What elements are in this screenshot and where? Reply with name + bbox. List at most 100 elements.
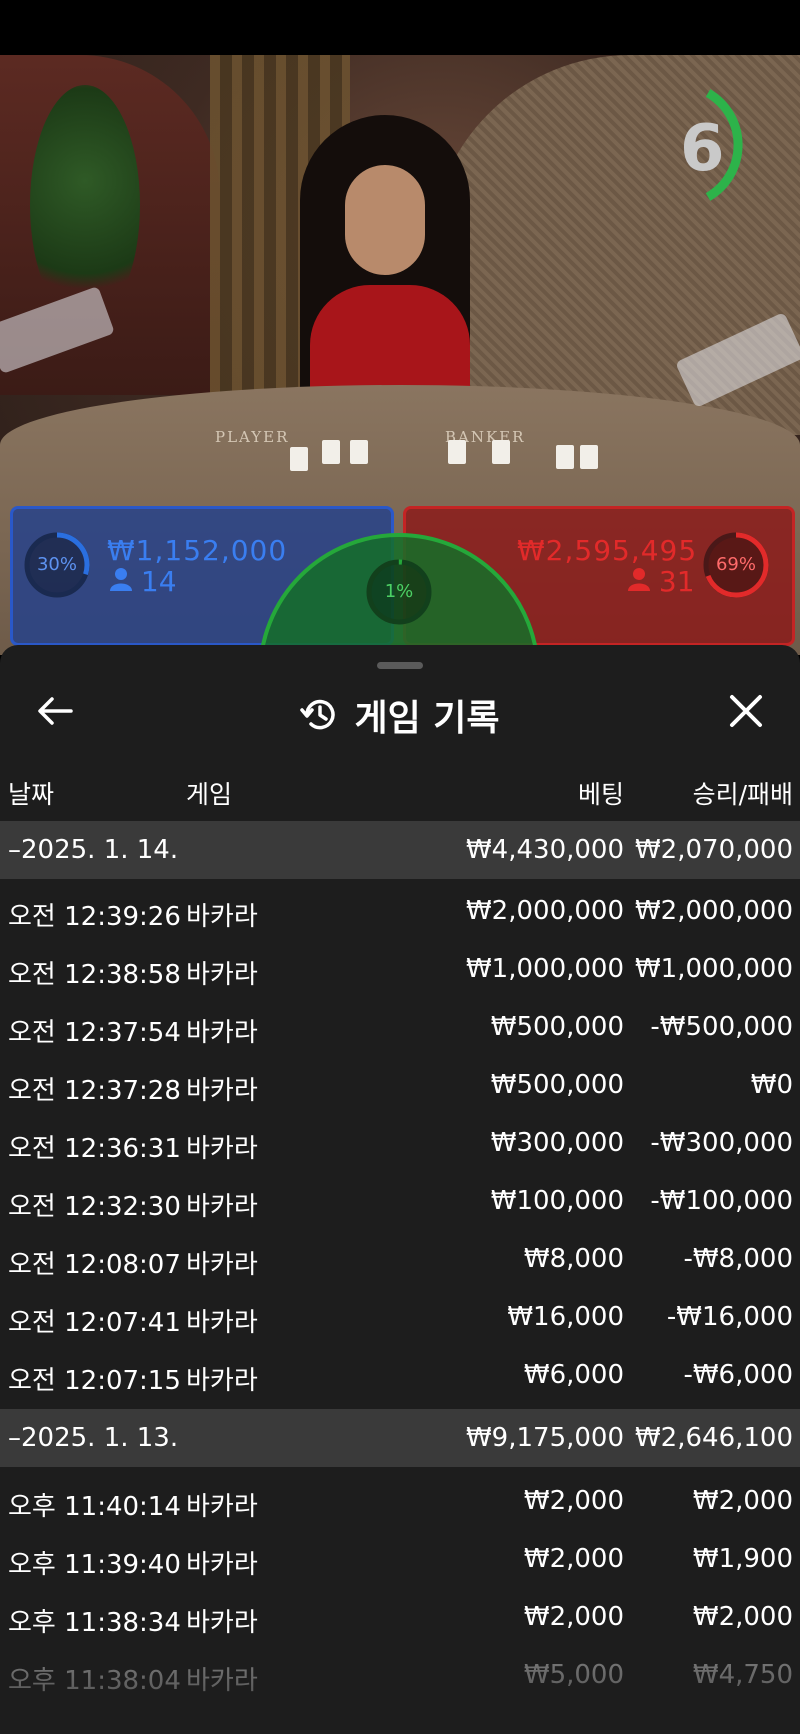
history-row[interactable]: 오전 12:37:28 바카라 ₩500,000 ₩0 [0,1056,800,1114]
person-icon [110,568,132,591]
history-row[interactable]: 오후 11:39:40 바카라 ₩2,000 ₩1,900 [0,1530,800,1588]
row-game: 바카라 [186,1076,258,1106]
row-game: 바카라 [186,1492,258,1522]
row-time: 오전 12:37:54 [8,1018,181,1048]
row-game: 바카라 [186,1366,258,1396]
history-row[interactable]: 오전 12:08:07 바카라 ₩8,000 -₩8,000 [0,1230,800,1288]
history-row[interactable]: 오전 12:38:58 바카라 ₩1,000,000 ₩1,000,000 [0,940,800,998]
banker-bet-amount: ₩2,595,495 [517,534,698,567]
row-bet: ₩500,000 [490,1070,624,1100]
banker-percent: 69% [715,554,756,575]
history-row[interactable]: 오전 12:32:30 바카라 ₩100,000 -₩100,000 [0,1172,800,1230]
row-result: -₩100,000 [650,1186,793,1216]
date-group-header[interactable]: –2025. 1. 14. ₩4,430,000 ₩2,070,000 [0,821,800,879]
row-result: ₩4,750 [692,1660,793,1690]
plant-decoration [30,85,140,325]
history-row[interactable]: 오전 12:07:15 바카라 ₩6,000 -₩6,000 [0,1346,800,1404]
row-time: 오전 12:39:26 [8,902,181,932]
row-game: 바카라 [186,1192,258,1222]
banker-count-value: 31 [658,565,695,598]
row-time: 오후 11:38:34 [8,1608,181,1638]
row-game: 바카라 [186,1250,258,1280]
player-table-label: PLAYER [215,428,290,446]
banker-card [492,440,510,464]
row-bet: ₩300,000 [490,1128,624,1158]
history-row[interactable]: 오전 12:07:41 바카라 ₩16,000 -₩16,000 [0,1288,800,1346]
person-icon [628,568,650,591]
row-time: 오전 12:08:07 [8,1250,181,1280]
row-game: 바카라 [186,1608,258,1638]
row-result: -₩6,000 [683,1360,793,1390]
row-bet: ₩5,000 [523,1660,624,1690]
row-game: 바카라 [186,1666,258,1696]
row-bet: ₩8,000 [523,1244,624,1274]
row-bet: ₩2,000 [523,1486,624,1516]
history-row[interactable]: 오전 12:36:31 바카라 ₩300,000 -₩300,000 [0,1114,800,1172]
player-card [322,440,340,464]
game-history-sheet: 게임 기록 날짜 게임 베팅 승리/패배 –2025. 1. 14. ₩4,43… [0,645,800,1734]
row-result: -₩8,000 [683,1244,793,1274]
row-time: 오후 11:39:40 [8,1550,181,1580]
close-button[interactable] [718,683,774,739]
history-row[interactable]: 오전 12:37:54 바카라 ₩500,000 -₩500,000 [0,998,800,1056]
row-result: ₩1,000,000 [634,954,793,984]
row-result: -₩16,000 [666,1302,793,1332]
col-bet: 베팅 [577,780,624,809]
banker-card [580,445,598,469]
player-bet-amount: ₩1,152,000 [107,534,288,567]
row-time: 오전 12:07:15 [8,1366,181,1396]
row-bet: ₩6,000 [523,1360,624,1390]
row-result: -₩300,000 [650,1128,793,1158]
player-card [290,447,308,471]
row-game: 바카라 [186,1550,258,1580]
row-game: 바카라 [186,1134,258,1164]
banker-card [448,440,466,464]
row-time: 오전 12:38:58 [8,960,181,990]
history-row[interactable]: 오후 11:38:34 바카라 ₩2,000 ₩2,000 [0,1588,800,1646]
row-game: 바카라 [186,960,258,990]
row-time: 오전 12:07:41 [8,1308,181,1338]
history-icon [300,699,336,730]
group-bet-total: ₩9,175,000 [465,1423,624,1453]
row-bet: ₩2,000 [523,1602,624,1632]
player-bettor-count: 14 [110,565,177,598]
row-result: ₩2,000,000 [634,896,793,926]
player-card [350,440,368,464]
history-row[interactable]: 오전 12:39:26 바카라 ₩2,000,000 ₩2,000,000 [0,882,800,940]
row-bet: ₩2,000,000 [465,896,624,926]
history-row[interactable]: 오후 11:38:04 바카라 ₩5,000 ₩4,750 [0,1646,800,1704]
banker-bettor-count: 31 [628,565,695,598]
sheet-drag-handle[interactable] [377,662,423,669]
col-result: 승리/패배 [692,780,793,809]
player-percent: 30% [36,554,77,575]
player-count-value: 14 [140,565,177,598]
column-headers: 날짜 게임 베팅 승리/패배 [0,763,800,819]
group-date: –2025. 1. 13. [8,1423,179,1453]
row-result: ₩0 [750,1070,793,1100]
group-result-total: ₩2,070,000 [634,835,793,865]
date-group-header[interactable]: –2025. 1. 13. ₩9,175,000 ₩2,646,100 [0,1409,800,1467]
row-result: ₩2,000 [692,1486,793,1516]
row-game: 바카라 [186,902,258,932]
row-result: ₩1,900 [692,1544,793,1574]
row-result: -₩500,000 [650,1012,793,1042]
row-game: 바카라 [186,1308,258,1338]
history-row[interactable]: 오후 11:40:14 바카라 ₩2,000 ₩2,000 [0,1472,800,1530]
row-bet: ₩2,000 [523,1544,624,1574]
row-time: 오전 12:32:30 [8,1192,181,1222]
row-bet: ₩16,000 [507,1302,624,1332]
close-icon [730,695,762,727]
row-time: 오후 11:38:04 [8,1666,181,1696]
group-bet-total: ₩4,430,000 [465,835,624,865]
sheet-header: 게임 기록 [0,689,800,741]
group-date: –2025. 1. 14. [8,835,179,865]
tie-percent: 1% [384,581,414,602]
row-time: 오전 12:36:31 [8,1134,181,1164]
sheet-title: 게임 기록 [354,698,500,739]
row-game: 바카라 [186,1018,258,1048]
row-time: 오후 11:40:14 [8,1492,181,1522]
row-result: ₩2,000 [692,1602,793,1632]
countdown-timer: 6 [680,112,725,186]
col-date: 날짜 [8,780,55,809]
row-time: 오전 12:37:28 [8,1076,181,1106]
